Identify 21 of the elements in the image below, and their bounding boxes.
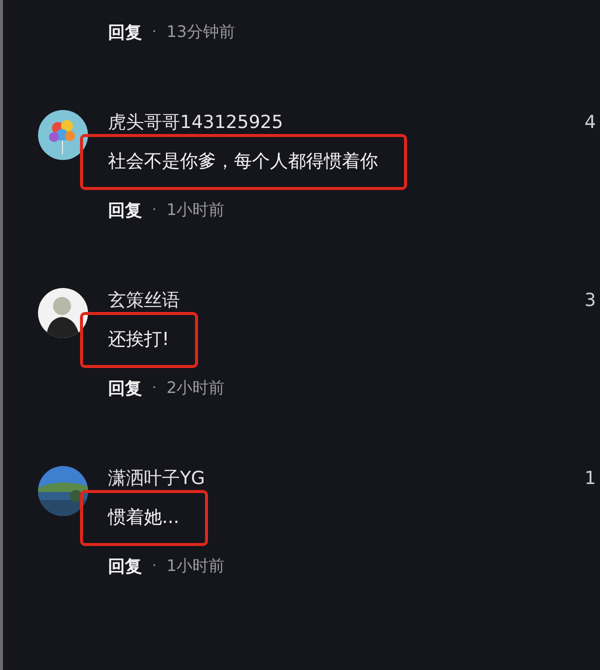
- separator-dot: ·: [152, 202, 156, 218]
- comment-time: 2小时前: [166, 378, 225, 398]
- user-name[interactable]: 潇洒叶子YG: [108, 466, 205, 490]
- separator-dot: ·: [152, 24, 156, 40]
- comment-time: 1小时前: [166, 556, 225, 576]
- reply-link[interactable]: 回复: [108, 20, 142, 44]
- separator-dot: ·: [152, 380, 156, 396]
- reply-link[interactable]: 回复: [108, 554, 142, 578]
- like-count: 3: [584, 290, 596, 310]
- comment-time: 1小时前: [166, 200, 225, 220]
- comment-time: 13分钟前: [166, 22, 235, 42]
- reply-link[interactable]: 回复: [108, 198, 142, 222]
- user-name[interactable]: 虎头哥哥143125925: [108, 110, 284, 134]
- user-name[interactable]: 玄策丝语: [108, 288, 180, 312]
- comment-text: 还挨打!: [108, 329, 170, 350]
- like-count: 1: [584, 468, 596, 488]
- reply-link[interactable]: 回复: [108, 376, 142, 400]
- comment-text: 社会不是你爹，每个人都得惯着你: [108, 151, 378, 172]
- like-count: 4: [584, 112, 596, 132]
- separator-dot: ·: [152, 558, 156, 574]
- comment-text: 惯着她...: [108, 507, 180, 528]
